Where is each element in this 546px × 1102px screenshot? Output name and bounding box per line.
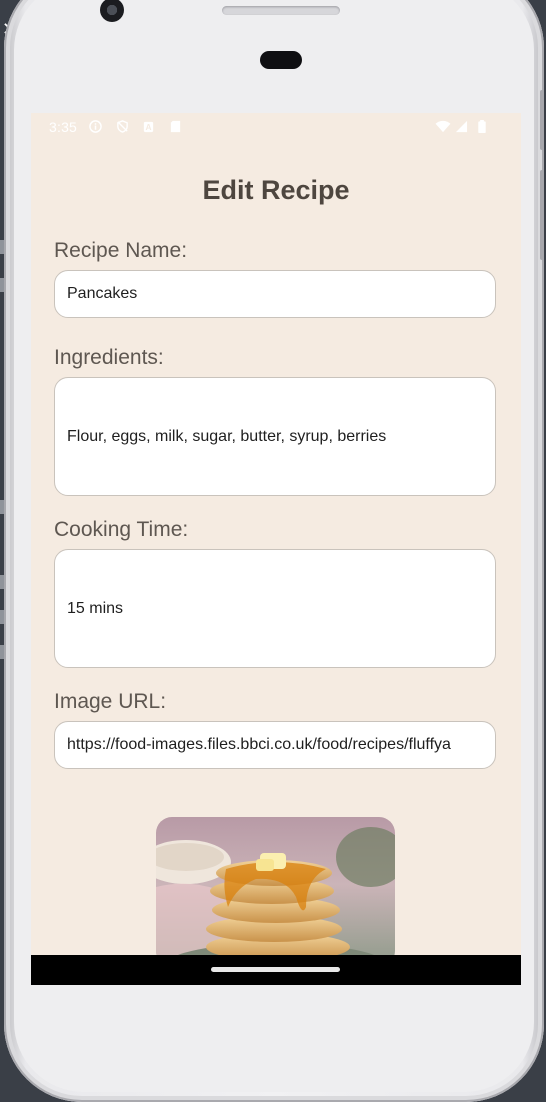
earpiece-speaker (222, 6, 340, 15)
power-button[interactable] (540, 170, 544, 260)
info-icon (89, 120, 102, 133)
ingredients-input[interactable]: Flour, eggs, milk, sugar, butter, syrup,… (54, 377, 496, 496)
recipe-name-input[interactable]: Pancakes (54, 270, 496, 318)
status-bar: 3:35 A (31, 113, 521, 141)
wifi-icon (435, 120, 451, 133)
ingredients-value: Flour, eggs, milk, sugar, butter, syrup,… (67, 427, 387, 445)
svg-text:A: A (145, 122, 151, 132)
cooking-time-label: Cooking Time: (54, 518, 189, 541)
sd-card-icon (170, 120, 181, 133)
cooking-time-value: 15 mins (67, 599, 124, 617)
volume-button[interactable] (540, 90, 544, 150)
status-time: 3:35 (49, 119, 78, 135)
app-screen: 3:35 A Edit Recipe Recipe Name: Pancakes (31, 113, 521, 985)
battery-icon (478, 120, 486, 133)
no-disturb-icon (117, 120, 128, 133)
recipe-name-label: Recipe Name: (54, 239, 188, 262)
sensor-pill (260, 51, 302, 69)
recipe-image-preview (156, 817, 395, 967)
ingredients-label: Ingredients: (54, 346, 164, 369)
cooking-time-input[interactable]: 15 mins (54, 549, 496, 668)
home-gesture-handle[interactable] (211, 967, 340, 972)
navigation-bar (31, 955, 521, 985)
sim-alert-icon: A (143, 121, 154, 132)
image-url-label: Image URL: (54, 690, 167, 713)
image-url-value: https://food-images.files.bbci.co.uk/foo… (67, 736, 451, 753)
image-url-input[interactable]: https://food-images.files.bbci.co.uk/foo… (54, 721, 496, 769)
recipe-name-value: Pancakes (67, 285, 138, 302)
page-title: Edit Recipe (202, 175, 350, 205)
cell-signal-icon (455, 120, 468, 133)
